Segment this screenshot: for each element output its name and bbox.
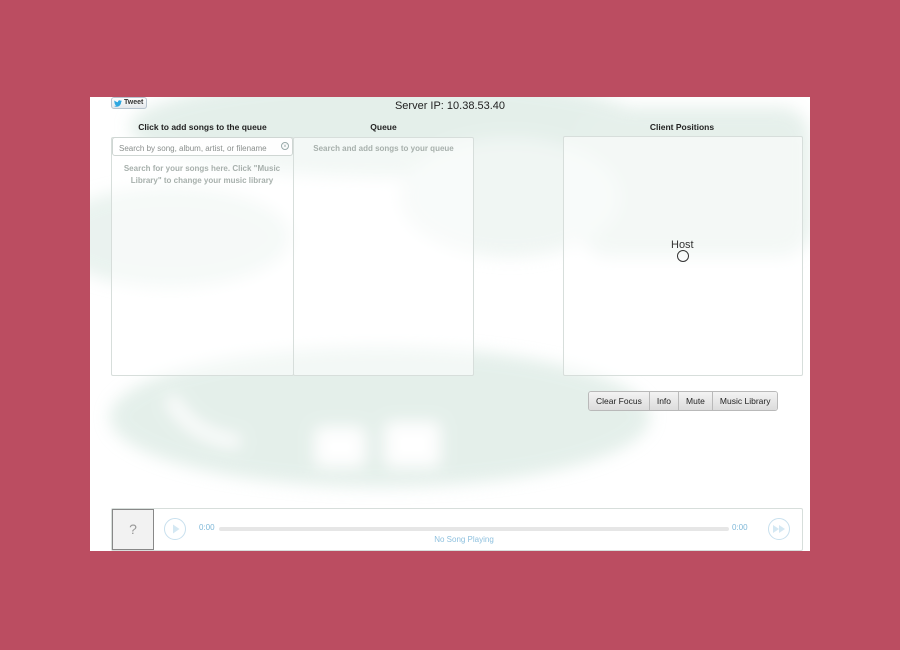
queue-panel[interactable] — [293, 137, 474, 376]
duration-time: 0:00 — [732, 523, 748, 532]
music-library-button[interactable]: Music Library — [712, 392, 778, 410]
queue-hint: Search and add songs to your queue — [313, 144, 454, 153]
queue-title: Queue — [370, 122, 397, 132]
library-title: Click to add songs to the queue — [138, 122, 267, 132]
mute-button[interactable]: Mute — [679, 392, 713, 410]
app-window: Tweet Server IP: 10.38.53.40 Click to ad… — [90, 97, 810, 551]
control-button-group: Clear Focus Info Mute Music Library — [588, 391, 779, 411]
elapsed-time: 0:00 — [199, 523, 215, 532]
progress-bar[interactable] — [219, 527, 729, 531]
clear-search-icon[interactable]: × — [281, 142, 289, 150]
info-button[interactable]: Info — [649, 392, 680, 410]
clients-title: Client Positions — [649, 122, 715, 132]
library-hint: Search for your songs here. Click "Music… — [123, 164, 281, 185]
host-marker[interactable] — [677, 250, 689, 262]
library-search-input[interactable] — [113, 140, 284, 157]
clear-focus-button[interactable]: Clear Focus — [589, 392, 650, 410]
server-ip: Server IP: 10.38.53.40 — [394, 100, 506, 112]
now-playing-text: No Song Playing — [434, 535, 494, 544]
library-search: × — [112, 137, 293, 157]
